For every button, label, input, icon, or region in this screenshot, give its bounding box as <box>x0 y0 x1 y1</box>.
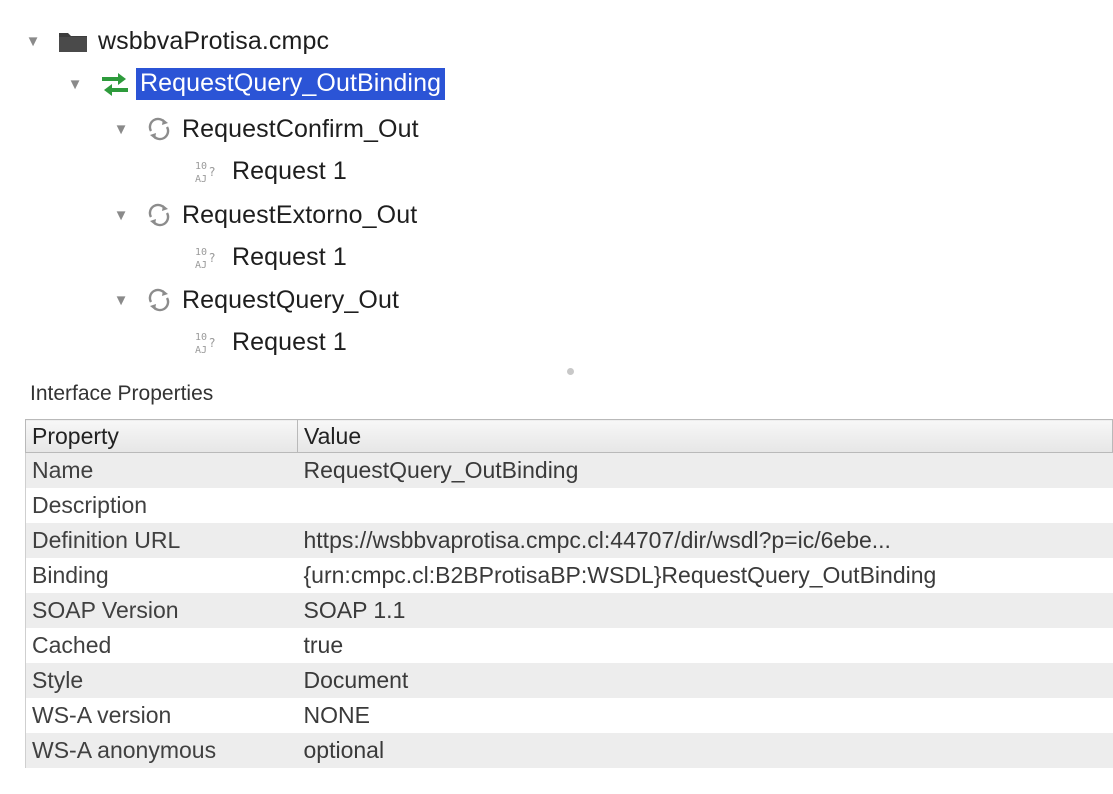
operation-cycle-icon <box>146 288 172 312</box>
property-value[interactable]: true <box>297 628 1113 663</box>
svg-text:?: ? <box>209 251 215 265</box>
svg-text:?: ? <box>209 336 215 350</box>
operation-cycle-icon <box>146 203 172 227</box>
table-row[interactable]: SOAP Version SOAP 1.1 <box>25 593 1113 628</box>
soapui-navigator: ▼ wsbbvaProtisa.cmpc ▼ RequestQuery_OutB… <box>0 0 1113 794</box>
property-value[interactable]: {urn:cmpc.cl:B2BProtisaBP:WSDL}RequestQu… <box>297 558 1113 593</box>
twisty-expanded-icon[interactable]: ▼ <box>112 291 130 309</box>
binding-interface-icon <box>100 71 130 97</box>
operation-label: RequestQuery_Out <box>182 285 399 314</box>
twisty-expanded-icon[interactable]: ▼ <box>66 75 84 93</box>
operation-label: RequestExtorno_Out <box>182 200 418 229</box>
property-name: Binding <box>25 558 298 593</box>
table-row[interactable]: Binding {urn:cmpc.cl:B2BProtisaBP:WSDL}R… <box>25 558 1113 593</box>
property-value[interactable]: optional <box>297 733 1113 768</box>
soap-request-icon: 10 AJ ? <box>194 329 222 355</box>
table-header-row: Property Value <box>25 419 1113 453</box>
splitter-handle[interactable] <box>567 368 574 375</box>
property-name: Description <box>25 488 298 523</box>
twisty-expanded-icon[interactable]: ▼ <box>112 120 130 138</box>
svg-text:10: 10 <box>195 332 207 343</box>
tree-item-operation[interactable]: ▼ RequestQuery_Out <box>112 281 399 319</box>
tree-item-operation[interactable]: ▼ RequestConfirm_Out <box>112 110 419 148</box>
operation-label: RequestConfirm_Out <box>182 114 419 143</box>
property-value[interactable]: NONE <box>297 698 1113 733</box>
property-name: Style <box>25 663 298 698</box>
property-name: Definition URL <box>25 523 298 558</box>
tree-item-project[interactable]: ▼ wsbbvaProtisa.cmpc <box>24 22 329 60</box>
tree-item-request[interactable]: 10 AJ ? Request 1 <box>194 152 347 190</box>
property-value[interactable]: https://wsbbvaprotisa.cmpc.cl:44707/dir/… <box>297 523 1113 558</box>
property-name: WS-A anonymous <box>25 733 298 768</box>
table-row[interactable]: WS-A anonymous optional <box>25 733 1113 768</box>
svg-text:AJ: AJ <box>195 345 207 355</box>
project-label: wsbbvaProtisa.cmpc <box>98 26 330 55</box>
property-value[interactable]: SOAP 1.1 <box>297 593 1113 628</box>
property-name: WS-A version <box>25 698 298 733</box>
property-value[interactable]: RequestQuery_OutBinding <box>297 452 1113 488</box>
property-value[interactable] <box>297 488 1113 523</box>
soap-request-icon: 10 AJ ? <box>194 158 222 184</box>
twisty-expanded-icon[interactable]: ▼ <box>24 32 42 50</box>
svg-text:AJ: AJ <box>195 174 207 184</box>
properties-table: Property Value Name RequestQuery_OutBind… <box>25 419 1113 768</box>
tree-item-request[interactable]: 10 AJ ? Request 1 <box>194 238 347 276</box>
panel-title: Interface Properties <box>30 382 214 405</box>
property-name: Name <box>25 452 298 488</box>
column-header-value[interactable]: Value <box>297 419 1113 453</box>
svg-text:10: 10 <box>195 161 207 172</box>
tree-item-operation[interactable]: ▼ RequestExtorno_Out <box>112 196 418 234</box>
tree-item-interface[interactable]: ▼ RequestQuery_OutBinding <box>66 65 446 103</box>
request-label: Request 1 <box>232 242 347 271</box>
table-row[interactable]: WS-A version NONE <box>25 698 1113 733</box>
svg-text:AJ: AJ <box>195 260 207 270</box>
table-row[interactable]: Description <box>25 488 1113 523</box>
request-label: Request 1 <box>232 327 347 356</box>
tree-item-request[interactable]: 10 AJ ? Request 1 <box>194 323 347 361</box>
soap-request-icon: 10 AJ ? <box>194 244 222 270</box>
folder-icon <box>58 29 88 53</box>
table-row[interactable]: Style Document <box>25 663 1113 698</box>
property-value[interactable]: Document <box>297 663 1113 698</box>
svg-text:?: ? <box>209 165 215 179</box>
twisty-expanded-icon[interactable]: ▼ <box>112 206 130 224</box>
table-row[interactable]: Name RequestQuery_OutBinding <box>25 452 1113 488</box>
tree-partial-row <box>20 0 310 6</box>
interface-label: RequestQuery_OutBinding <box>136 68 446 100</box>
table-row[interactable]: Definition URL https://wsbbvaprotisa.cmp… <box>25 523 1113 558</box>
table-row[interactable]: Cached true <box>25 628 1113 663</box>
property-name: Cached <box>25 628 298 663</box>
property-name: SOAP Version <box>25 593 298 628</box>
svg-text:10: 10 <box>195 247 207 258</box>
column-header-property[interactable]: Property <box>25 419 298 453</box>
operation-cycle-icon <box>146 117 172 141</box>
request-label: Request 1 <box>232 156 347 185</box>
